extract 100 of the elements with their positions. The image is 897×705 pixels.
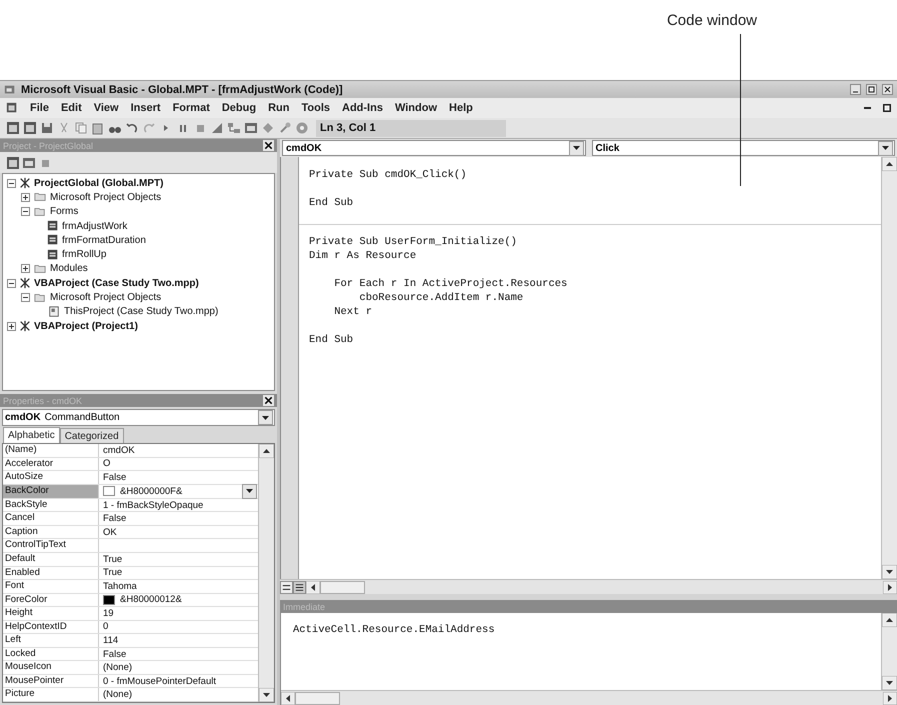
tree-item[interactable]: frmFormatDuration [62, 234, 146, 246]
property-name[interactable]: Caption [3, 526, 99, 538]
menu-item[interactable]: Tools [301, 102, 330, 114]
form-icon[interactable] [23, 121, 37, 135]
paste-icon[interactable] [91, 121, 105, 135]
property-name[interactable]: Height [3, 607, 99, 620]
dropdown-button[interactable] [258, 410, 273, 425]
property-name[interactable]: ForeColor [3, 594, 99, 606]
scrollbar[interactable] [881, 157, 897, 579]
property-name[interactable]: HelpContextID [3, 620, 99, 634]
tree-icon[interactable] [227, 121, 241, 135]
menu-item[interactable]: Insert [130, 102, 161, 114]
close-button[interactable] [263, 395, 274, 406]
project-icon [19, 320, 31, 332]
caret-icon [572, 146, 580, 150]
tree-item[interactable]: frmAdjustWork [62, 220, 128, 232]
property-name[interactable]: Cancel [3, 512, 99, 525]
menu-item[interactable]: Help [449, 102, 473, 114]
menu-item[interactable]: Add-Ins [342, 102, 383, 114]
property-name[interactable]: MouseIcon [3, 661, 99, 674]
form-icon[interactable] [6, 121, 20, 135]
save-icon[interactable] [40, 121, 54, 135]
menu-item[interactable]: Format [172, 102, 210, 114]
tree-item[interactable]: VBAProject (Case Study Two.mpp) [34, 278, 199, 289]
property-name[interactable]: Font [3, 580, 99, 593]
collapse-icon[interactable] [7, 178, 16, 188]
menu-item[interactable]: Debug [222, 102, 256, 114]
menu-item[interactable]: File [30, 102, 49, 114]
collapse-icon[interactable] [21, 293, 30, 302]
menu-item[interactable]: Run [268, 102, 290, 114]
property-name[interactable]: Default [3, 553, 99, 566]
restore-icon[interactable] [883, 104, 891, 112]
tab[interactable]: Alphabetic [3, 427, 60, 443]
undo-icon[interactable] [125, 121, 139, 135]
property-name[interactable]: BackColor [3, 484, 99, 498]
project-icon [19, 177, 31, 190]
property-name[interactable]: MousePointer [3, 674, 99, 688]
scrollbar[interactable] [881, 613, 897, 690]
restore-icon[interactable] [866, 84, 877, 95]
property-value: O [103, 458, 110, 470]
dropdown-button[interactable] [878, 140, 893, 156]
tree-item[interactable]: VBAProject (Project1) [34, 320, 138, 332]
property-name[interactable]: Locked [3, 648, 99, 660]
expand-icon[interactable] [21, 264, 30, 274]
tree-item[interactable]: ProjectGlobal (Global.MPT) [34, 178, 164, 189]
property-name[interactable]: AutoSize [3, 471, 99, 484]
dropdown-button[interactable] [568, 140, 584, 156]
property-value: False [103, 472, 126, 483]
collapse-icon[interactable] [21, 207, 30, 216]
property-name[interactable]: Left [3, 634, 99, 647]
scroll-up-icon[interactable] [882, 613, 897, 627]
menu-item[interactable]: View [94, 102, 119, 114]
procedure-view-icon[interactable] [280, 580, 293, 594]
procedure-dropdown[interactable]: Click [592, 140, 895, 156]
code-editor[interactable]: Private Sub cmdOK_Click() End Sub Private Sub UserForm_Initialize() Dim r As Resource For Each r In ActiveProject.Resources cboResource.AddItem r.Name Next r End Sub [280, 157, 897, 579]
tree-item[interactable]: frmRollUp [62, 249, 106, 260]
minimize-icon[interactable] [850, 84, 861, 95]
scroll-right-icon[interactable] [883, 692, 897, 704]
property-name[interactable]: (Name) [3, 444, 99, 457]
wrench-icon[interactable] [278, 121, 292, 135]
property-name[interactable]: BackStyle [3, 498, 99, 512]
tab[interactable]: Categorized [60, 428, 124, 443]
tree-item[interactable]: ThisProject (Case Study Two.mpp) [64, 306, 218, 318]
tree-item[interactable]: Microsoft Project Objects [50, 192, 162, 203]
properties-icon[interactable] [244, 121, 258, 135]
form-icon[interactable] [6, 156, 20, 170]
scroll-up-icon[interactable] [259, 444, 274, 458]
scroll-left-icon[interactable] [306, 580, 320, 594]
tree-item[interactable]: Modules [50, 263, 88, 274]
properties-icon[interactable] [22, 156, 36, 170]
close-button[interactable] [263, 140, 274, 151]
expand-icon[interactable] [7, 322, 16, 331]
folder-icon [33, 191, 47, 204]
scroll-thumb[interactable] [320, 580, 365, 594]
immediate-window[interactable]: ActiveCell.Resource.EMailAddress [280, 613, 897, 705]
property-name[interactable]: Enabled [3, 566, 99, 580]
scroll-up-icon[interactable] [882, 157, 897, 171]
menu-item[interactable]: Edit [60, 102, 82, 114]
property-name[interactable]: Accelerator [3, 458, 99, 470]
expand-icon[interactable] [21, 192, 30, 202]
scroll-down-icon[interactable] [259, 688, 274, 702]
dropdown-button[interactable] [242, 484, 257, 499]
property-name[interactable]: Picture [3, 688, 99, 701]
collapse-icon[interactable] [7, 278, 16, 288]
scrollbar[interactable] [258, 444, 274, 702]
tree-item[interactable]: Microsoft Project Objects [50, 292, 162, 304]
scroll-down-icon[interactable] [882, 565, 897, 579]
tree-item[interactable]: Forms [50, 206, 78, 218]
object-dropdown[interactable]: cmdOK [282, 140, 586, 156]
horizontal-scrollbar[interactable] [281, 690, 897, 705]
menu-item[interactable]: Window [394, 102, 438, 114]
horizontal-scrollbar[interactable] [280, 579, 897, 594]
scroll-down-icon[interactable] [882, 676, 897, 690]
scroll-thumb[interactable] [295, 692, 340, 704]
scroll-right-icon[interactable] [883, 580, 897, 594]
close-icon[interactable] [882, 84, 893, 95]
full-module-view-icon[interactable] [293, 580, 306, 594]
scroll-left-icon[interactable] [281, 692, 295, 704]
property-name[interactable]: ControlTipText [3, 539, 99, 552]
object-dropdown[interactable]: cmdOK CommandButton [2, 409, 275, 426]
